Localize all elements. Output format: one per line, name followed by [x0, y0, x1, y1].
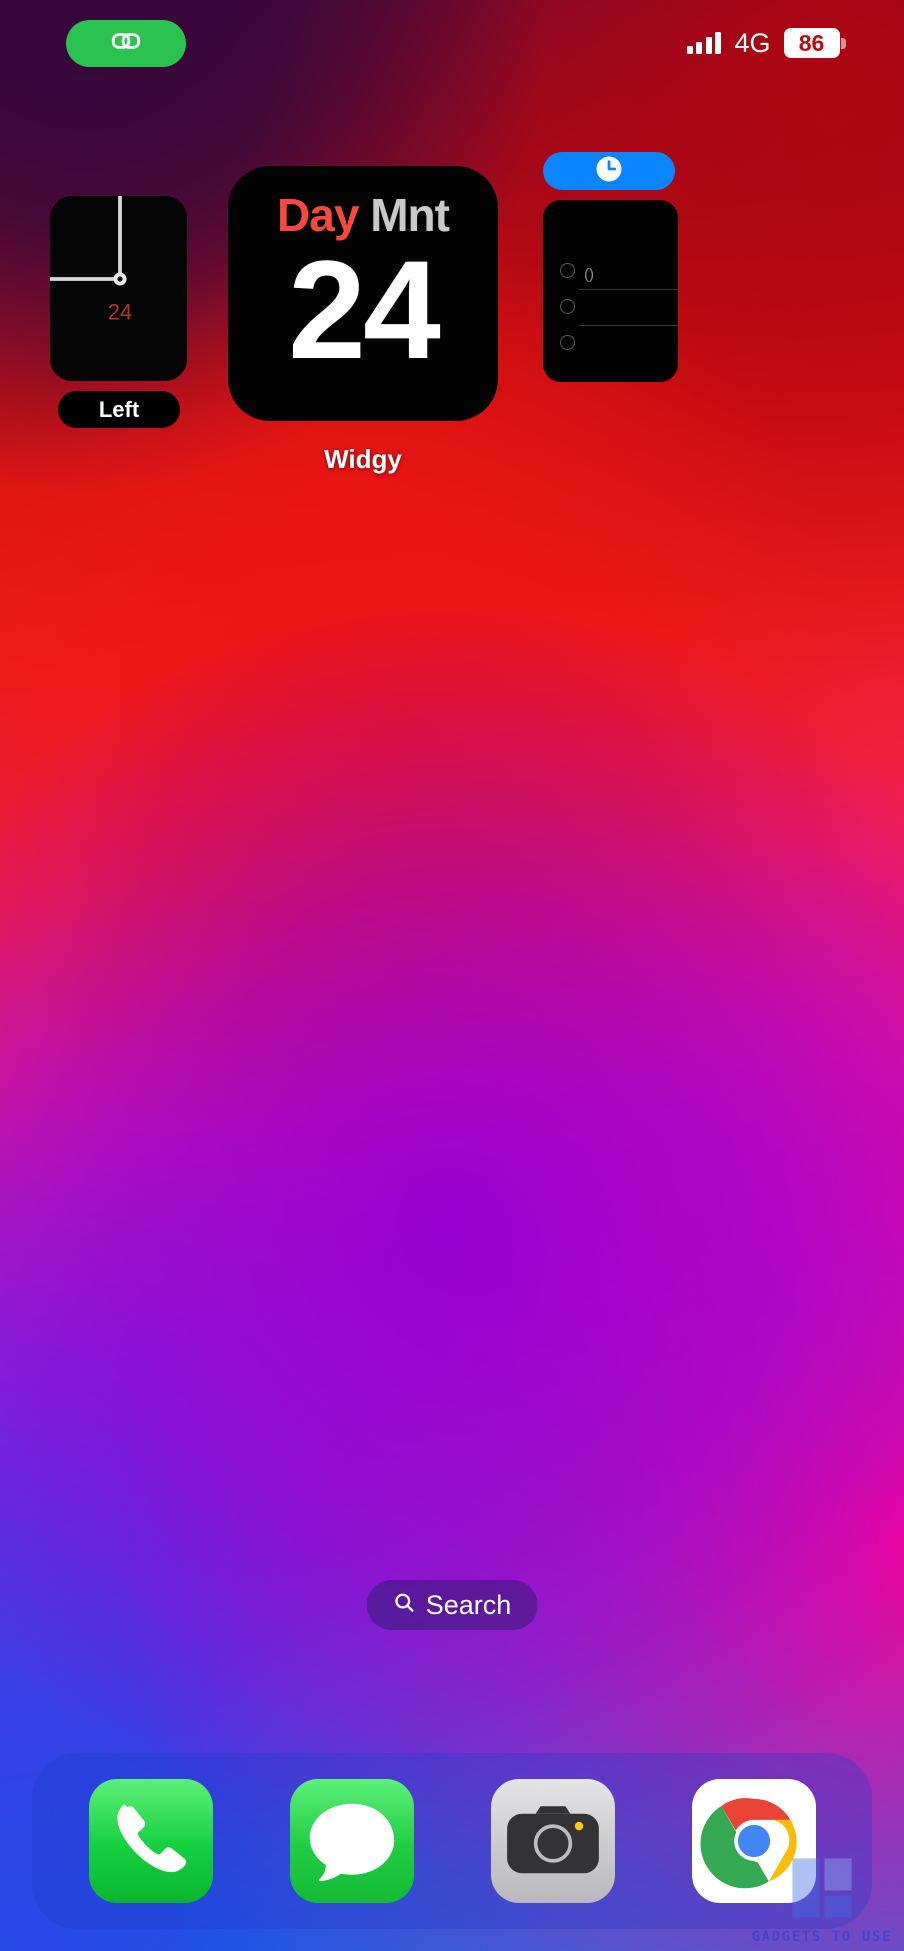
dock-app-messages[interactable]	[289, 1779, 414, 1903]
dynamic-island-link-pill[interactable]	[66, 19, 186, 67]
message-bubble-icon	[309, 1803, 394, 1882]
clock-icon	[594, 154, 624, 189]
gadgets-to-use-logo-icon	[785, 1851, 859, 1925]
widget-area: 24 Left Day Mnt 24 Widgy ()	[0, 0, 904, 620]
checkbox-circle-icon[interactable]	[560, 262, 575, 278]
clock-face-icon: 24	[50, 196, 177, 381]
network-type-label: 4G	[734, 27, 771, 58]
search-button[interactable]: Search	[366, 1580, 538, 1630]
cellular-bars-icon	[686, 32, 722, 54]
day-number-label: 24	[288, 231, 441, 388]
list-item[interactable]	[543, 324, 678, 360]
camera-icon	[506, 1806, 599, 1874]
search-label: Search	[425, 1589, 512, 1620]
reminders-widget[interactable]: ()	[543, 200, 678, 382]
list-item[interactable]: ()	[543, 252, 678, 290]
watermark-text: GADGETS TO USE	[751, 1929, 892, 1945]
watermark: GADGETS TO USE	[752, 1851, 892, 1945]
status-bar: 4G 86	[0, 0, 904, 86]
svg-text:24: 24	[108, 300, 132, 325]
dock-app-camera[interactable]	[490, 1779, 615, 1903]
battery-icon: 86	[783, 28, 846, 58]
dock-app-phone[interactable]	[88, 1779, 213, 1903]
checkbox-circle-icon[interactable]	[560, 334, 575, 350]
battery-percent-label: 86	[798, 29, 825, 56]
iphone-home-screen: 4G 86 24 Left Day Mnt 24 Widgy () Search…	[0, 0, 904, 1951]
clock-pill-widget[interactable]	[543, 152, 675, 190]
analog-clock-widget[interactable]: 24	[50, 196, 187, 381]
clock-widget-label: Left	[98, 396, 140, 422]
clock-widget-label-pill: Left	[58, 391, 180, 428]
search-icon	[393, 1591, 416, 1619]
dock	[32, 1753, 872, 1929]
phone-icon	[116, 1804, 186, 1873]
list-item-label: ()	[584, 266, 594, 283]
list-item[interactable]	[543, 288, 678, 326]
checkbox-circle-icon[interactable]	[560, 298, 575, 314]
link-pill-icon	[109, 24, 143, 63]
day-month-widget[interactable]: Day Mnt 24	[228, 166, 498, 421]
widgy-caption: Widgy	[324, 444, 402, 474]
status-indicators: 4G 86	[686, 27, 846, 59]
